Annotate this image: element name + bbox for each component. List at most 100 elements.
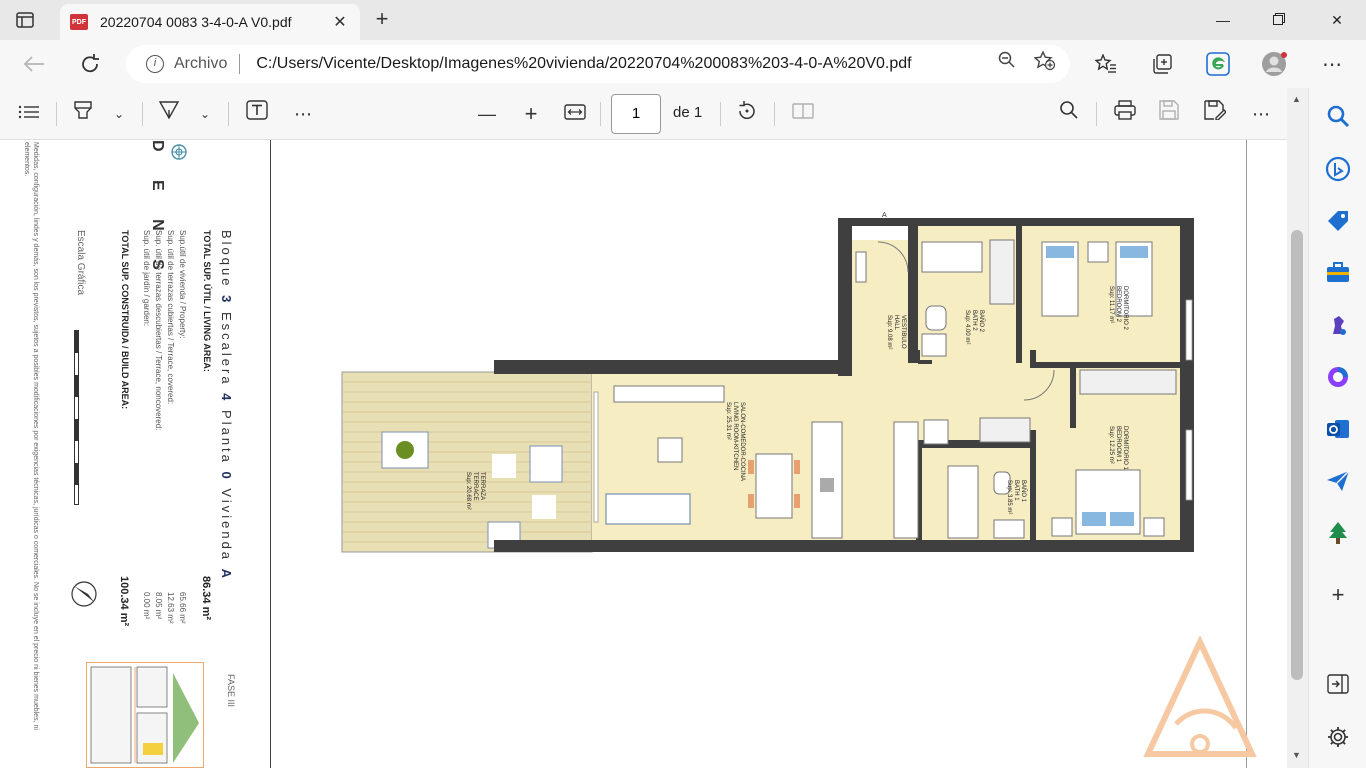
- file-scheme-label: Archivo: [174, 55, 228, 72]
- site-info-icon[interactable]: i: [146, 55, 164, 73]
- north-arrow-icon: [70, 580, 98, 613]
- address-bar[interactable]: i Archivo C:/Users/Vicente/Desktop/Image…: [126, 45, 1070, 83]
- more-tools-button[interactable]: ⋯: [290, 100, 316, 128]
- room-label-living: SALON-COMEDOR-COCINA LIVING ROOM-KITCHEN S…: [725, 402, 745, 482]
- rotate-icon: [739, 101, 755, 120]
- zoom-out-button[interactable]: —: [474, 100, 500, 128]
- title-bar: PDF 20220704 0083 3-4-0-A V0.pdf ✕ + — ✕: [0, 0, 1366, 40]
- sidebar-hide-icon[interactable]: [1325, 674, 1351, 700]
- outlook-icon: [1327, 420, 1349, 438]
- area-row-label: Sup. útil de terrazas cubiertas / Terrac…: [166, 230, 175, 405]
- tab-actions-button[interactable]: [14, 10, 36, 30]
- add-text-button[interactable]: [244, 100, 270, 128]
- total-useful-value: 86.34 m²: [200, 576, 212, 621]
- collections-button[interactable]: [1148, 50, 1176, 78]
- scale-label: Escala Gráfica: [75, 230, 86, 296]
- sidebar-shopping-icon[interactable]: [1325, 208, 1351, 234]
- scrollbar-thumb[interactable]: [1291, 230, 1303, 680]
- back-button[interactable]: [20, 50, 48, 78]
- new-tab-button[interactable]: +: [370, 8, 394, 32]
- page-view-button[interactable]: [790, 100, 816, 128]
- collections-icon: [1153, 54, 1172, 74]
- fit-to-width-button[interactable]: [562, 100, 588, 128]
- sidebar-tree-icon[interactable]: [1325, 520, 1351, 546]
- scale-bar: [74, 330, 79, 505]
- floor-label: Planta: [219, 410, 234, 465]
- pdf-toolbar: ⌄ ⌄ ⋯ — + 1 de 1 ⋯: [0, 88, 1287, 140]
- sidebar-games-icon[interactable]: [1325, 312, 1351, 338]
- room-label-bath-1: BAÑO 1 BATH 1 Sup: 3.85 m²: [1006, 480, 1026, 515]
- back-arrow-icon: [23, 56, 44, 72]
- save-as-button[interactable]: [1202, 100, 1228, 128]
- search-icon: [1327, 105, 1350, 128]
- favorites-button[interactable]: [1092, 50, 1120, 78]
- tab-close-icon[interactable]: ✕: [330, 12, 350, 32]
- address-bar-row: i Archivo C:/Users/Vicente/Desktop/Image…: [0, 40, 1366, 88]
- floor-plan-drawing: [341, 218, 1194, 553]
- tab-title: 20220704 0083 3-4-0-A V0.pdf: [100, 14, 292, 30]
- sidebar-tools-icon[interactable]: [1325, 260, 1351, 286]
- draw-button[interactable]: [156, 100, 182, 128]
- scroll-down-arrow-icon[interactable]: ▼: [1292, 750, 1301, 760]
- sidebar-settings-icon[interactable]: [1325, 726, 1351, 752]
- restore-button[interactable]: [1264, 8, 1294, 32]
- pdf-viewer[interactable]: Medidas, configuración, lindes y demás, …: [0, 140, 1287, 768]
- sidebar-add-icon[interactable]: +: [1325, 582, 1351, 608]
- sidebar-send-icon[interactable]: [1325, 468, 1351, 494]
- block-value: 3: [219, 295, 234, 306]
- sidebar-outlook-icon[interactable]: [1325, 416, 1351, 442]
- tree-icon: [1329, 522, 1347, 544]
- floor-value: 0: [219, 471, 234, 482]
- highlight-button[interactable]: [70, 100, 96, 128]
- close-window-button[interactable]: ✕: [1322, 8, 1352, 32]
- add-favorite-icon[interactable]: [1032, 50, 1058, 77]
- settings-menu-button[interactable]: ⋯: [1318, 50, 1346, 78]
- save-button[interactable]: [1156, 100, 1182, 128]
- area-row-value: 8.05 m²: [154, 592, 163, 620]
- edge-extension-button[interactable]: [1204, 50, 1232, 78]
- draw-options-chevron-icon[interactable]: ⌄: [192, 100, 218, 128]
- url-text[interactable]: C:/Users/Vicente/Desktop/Imagenes%20vivi…: [256, 55, 994, 73]
- print-button[interactable]: [1112, 100, 1138, 128]
- unit-value: A: [219, 568, 234, 582]
- save-disk-icon: [1159, 100, 1179, 120]
- area-row-label: Sup.útil de vivienda / Property:: [178, 230, 187, 339]
- sidebar-bing-icon[interactable]: [1325, 156, 1351, 182]
- contents-button[interactable]: [16, 100, 42, 128]
- project-logo-icon: [168, 142, 190, 167]
- toolbar-separator: [774, 102, 775, 126]
- favorites-star-list-icon: [1095, 54, 1116, 73]
- text-box-icon: [246, 100, 268, 120]
- fit-width-icon: [564, 104, 586, 120]
- vertical-scrollbar[interactable]: ▲ ▼: [1287, 88, 1308, 768]
- block-label: Bloque: [219, 230, 234, 289]
- edge-bar-icon: [1206, 52, 1230, 76]
- avatar-icon: [1262, 52, 1287, 76]
- zoom-out-icon[interactable]: [994, 51, 1020, 77]
- disclaimer-text: Medidas, configuración, lindes y demás, …: [23, 142, 39, 730]
- zoom-in-button[interactable]: +: [518, 100, 544, 128]
- minimize-button[interactable]: —: [1208, 8, 1238, 32]
- total-useful-label: TOTAL SUP. ÚTIL / LIVING AREA:: [202, 230, 212, 372]
- rotate-button[interactable]: [734, 100, 760, 128]
- toolbar-separator: [1096, 102, 1097, 126]
- page-number-input[interactable]: 1: [611, 94, 661, 134]
- star-plus-icon: [1033, 50, 1056, 71]
- search-icon: [1060, 101, 1078, 119]
- active-tab[interactable]: PDF 20220704 0083 3-4-0-A V0.pdf ✕: [60, 4, 360, 40]
- block-line: Bloque 3 Escalera 4 Planta 0 Vivienda A: [219, 230, 234, 581]
- sheet-divider: [270, 140, 271, 768]
- total-built-value: 100.34 m²: [118, 576, 130, 627]
- sidebar-search-icon[interactable]: [1325, 104, 1351, 130]
- highlight-options-chevron-icon[interactable]: ⌄: [106, 100, 132, 128]
- reload-button[interactable]: [76, 50, 104, 78]
- area-row-value: 12.63 m²: [166, 592, 175, 624]
- section-mark: A: [882, 212, 887, 219]
- printer-icon: [1114, 100, 1136, 120]
- scroll-up-arrow-icon[interactable]: ▲: [1292, 94, 1301, 104]
- pdf-settings-more-button[interactable]: ⋯: [1248, 100, 1274, 128]
- sidebar-office-icon[interactable]: [1325, 364, 1351, 390]
- profile-button[interactable]: [1260, 50, 1288, 78]
- stair-label: Escalera: [219, 311, 234, 387]
- find-button[interactable]: [1056, 100, 1082, 128]
